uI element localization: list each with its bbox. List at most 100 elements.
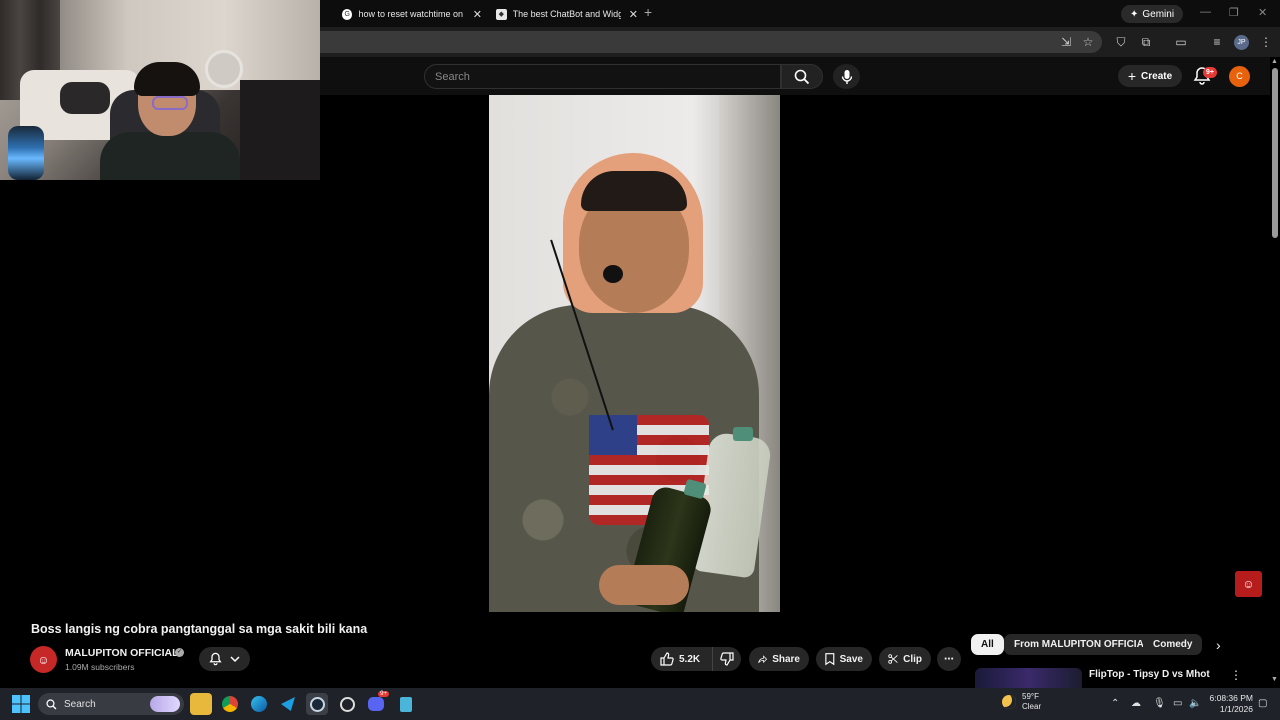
like-count: 5.2K (679, 653, 701, 665)
tab-chatbot[interactable]: ◆ The best ChatBot and Widgets ✕ (486, 4, 638, 24)
shield-icon[interactable]: ⛉ (1114, 35, 1128, 49)
chip-comedy[interactable]: Comedy (1143, 634, 1203, 655)
notification-center-icon[interactable]: ▢ (1258, 698, 1267, 709)
thumbs-up-icon (660, 652, 674, 666)
share-label: Share (772, 653, 800, 665)
app-icon[interactable] (277, 693, 299, 715)
edge-icon[interactable] (248, 693, 270, 715)
window-close-icon[interactable]: ✕ (1258, 6, 1267, 19)
create-button[interactable]: + Create (1118, 65, 1182, 87)
share-icon (758, 654, 768, 663)
site-icon: ◆ (496, 8, 507, 20)
recommendation-thumbnail[interactable] (975, 668, 1082, 688)
discord-icon[interactable]: 9+ (365, 691, 389, 715)
chip-all[interactable]: All (971, 634, 1004, 655)
recommendation-title[interactable]: FlipTop - Tipsy D vs Mhot (1089, 669, 1210, 680)
dislike-button[interactable] (712, 647, 741, 671)
steam-icon[interactable] (306, 693, 328, 715)
video-player[interactable] (489, 95, 780, 612)
search-button[interactable] (781, 64, 823, 89)
scrollbar-thumb[interactable] (1272, 68, 1278, 238)
restore-icon[interactable]: ❐ (1229, 6, 1239, 19)
video-headset-mic (603, 265, 623, 283)
more-actions-button[interactable]: ⋯ (937, 647, 961, 671)
tab-title: The best ChatBot and Widgets (512, 9, 621, 19)
taskbar-search-label: Search (64, 698, 96, 710)
video-title: Boss langis ng cobra pangtanggal sa mga … (31, 622, 368, 636)
channel-logo-icon: ☺ (37, 652, 50, 667)
video-person-hand (599, 565, 689, 605)
create-label: Create (1141, 70, 1173, 82)
webcam-fan (205, 50, 243, 88)
address-bar[interactable] (320, 31, 1102, 53)
chrome-icon[interactable] (219, 693, 241, 715)
install-icon[interactable]: ⇲ (1059, 35, 1073, 49)
extensions-icon[interactable]: ⧉ (1139, 35, 1153, 49)
webcam-lamp (8, 126, 44, 180)
chip-from-channel[interactable]: From MALUPITON OFFICIAL (1004, 634, 1160, 655)
weather-condition: Clear (1022, 702, 1042, 711)
webcam-pillow (60, 82, 110, 114)
tab-title: how to reset watchtime on bot (358, 9, 464, 19)
notepad-icon[interactable] (395, 693, 417, 715)
mic-tray-icon[interactable]: 🎙 (1153, 698, 1166, 709)
taskbar-search[interactable]: Search (38, 693, 184, 715)
moon-icon (1002, 695, 1016, 709)
channel-watermark[interactable]: ☺ (1235, 571, 1262, 597)
search-highlight-icon (150, 696, 180, 712)
chevron-right-icon[interactable]: › (1216, 637, 1221, 653)
clip-button[interactable]: Clip (879, 647, 931, 671)
mic-icon (841, 69, 852, 84)
weather-widget[interactable]: 59°F Clear (1002, 692, 1041, 712)
gemini-button[interactable]: ✦ Gemini (1121, 5, 1184, 23)
browser-profile-avatar[interactable]: JP (1234, 35, 1249, 50)
clip-label: Clip (903, 653, 922, 665)
network-icon[interactable]: ▭ (1173, 698, 1182, 709)
minimize-icon[interactable]: — (1200, 6, 1211, 18)
volume-icon[interactable]: 🔈 (1189, 698, 1201, 709)
tray-overflow-icon[interactable]: ⌃ (1111, 698, 1119, 709)
video-person-hair (581, 171, 687, 211)
voice-search-button[interactable] (833, 64, 860, 89)
close-icon[interactable]: ✕ (629, 8, 638, 21)
thumbs-down-icon (720, 652, 734, 666)
search-field[interactable] (424, 64, 781, 89)
new-tab-button[interactable]: + (644, 4, 652, 20)
channel-name[interactable]: MALUPITON OFFICIAL (65, 647, 179, 659)
scroll-up-icon[interactable]: ▲ (1271, 58, 1278, 65)
account-avatar[interactable]: C (1229, 66, 1250, 87)
scissors-icon (888, 654, 898, 664)
webcam-overlay (0, 0, 320, 180)
channel-avatar[interactable]: ☺ (30, 646, 57, 673)
webcam-person-body (100, 132, 240, 180)
webcam-shelf (240, 80, 320, 180)
file-explorer-icon[interactable] (190, 693, 212, 715)
search-icon (46, 698, 57, 709)
onedrive-icon[interactable]: ☁ (1131, 698, 1141, 709)
star-icon[interactable]: ☆ (1081, 35, 1095, 49)
recommendation-menu-icon[interactable]: ⋮ (1230, 668, 1242, 682)
scroll-down-icon[interactable]: ▼ (1271, 676, 1278, 683)
search-input[interactable] (425, 65, 780, 88)
clock-time: 6:08:36 PM (1209, 693, 1253, 703)
share-button[interactable]: Share (749, 647, 809, 671)
channel-logo-icon: ☺ (1242, 577, 1255, 591)
google-icon: G (342, 8, 353, 20)
taskbar-clock[interactable]: 6:08:36 PM 1/1/2026 (1205, 693, 1253, 715)
save-button[interactable]: Save (816, 647, 872, 671)
more-icon: ⋯ (944, 653, 954, 665)
media-icon[interactable]: ≡ (1210, 35, 1224, 49)
notification-badge: 9+ (1203, 67, 1217, 78)
bell-icon (209, 652, 222, 666)
subscriber-count: 1.09M subscribers (65, 662, 135, 672)
subscription-bell-button[interactable] (199, 647, 250, 671)
weather-temperature: 59°F (1022, 692, 1039, 701)
cast-icon[interactable]: ▭ (1174, 35, 1188, 49)
obs-icon[interactable] (336, 693, 358, 715)
like-button[interactable]: 5.2K (651, 647, 712, 671)
browser-menu-icon[interactable]: ⋮ (1259, 35, 1273, 49)
save-label: Save (839, 653, 863, 665)
tab-watchtime[interactable]: G how to reset watchtime on bot ✕ (332, 4, 482, 24)
close-icon[interactable]: ✕ (473, 8, 482, 21)
windows-start-icon[interactable] (12, 695, 30, 713)
